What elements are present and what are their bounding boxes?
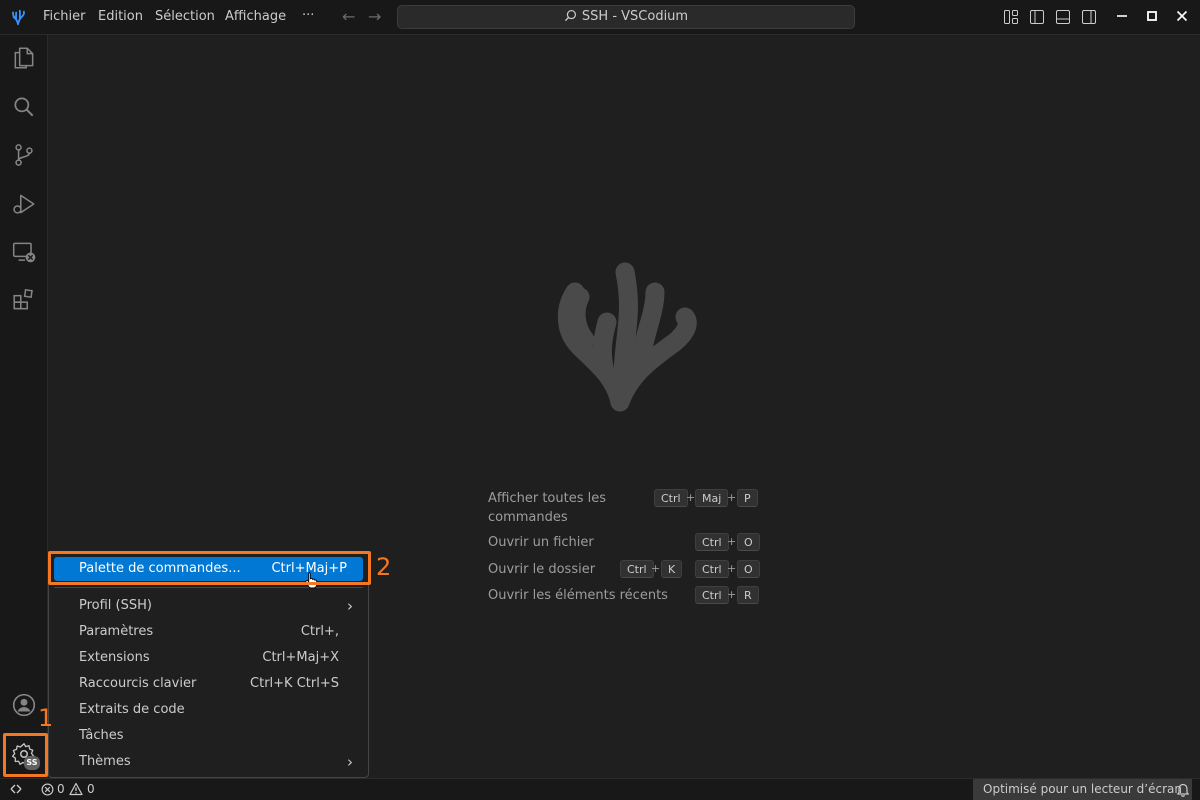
menu-item-themes[interactable]: Thèmes › xyxy=(54,750,363,774)
chevron-right-icon: › xyxy=(347,753,353,771)
back-arrow-icon[interactable]: ← xyxy=(342,7,355,26)
customize-layout-icon[interactable] xyxy=(1003,9,1019,25)
menu-item-snippets[interactable]: Extraits de code xyxy=(54,698,363,722)
keycap: O xyxy=(737,560,760,578)
menu-item-label: Extensions xyxy=(79,650,150,665)
command-center-search[interactable]: SSH - VSCodium xyxy=(397,5,855,29)
maximize-icon[interactable] xyxy=(1142,6,1162,26)
keycap: R xyxy=(737,586,759,604)
plus-sign: + xyxy=(727,562,737,575)
window-title: SSH - VSCodium xyxy=(581,9,689,24)
profile-badge: SS xyxy=(24,756,40,770)
annotation-step-1: 1 xyxy=(38,704,54,732)
menu-fichier[interactable]: Fichier xyxy=(43,9,86,24)
error-icon[interactable] xyxy=(41,783,54,796)
keycap: K xyxy=(661,560,683,578)
menu-item-profile[interactable]: Profil (SSH) › xyxy=(54,594,363,618)
keycap: Ctrl xyxy=(695,560,729,578)
plus-sign: + xyxy=(651,562,661,575)
menu-item-shortcut: Ctrl+K Ctrl+S xyxy=(250,676,339,691)
menu-item-settings[interactable]: Paramètres Ctrl+, xyxy=(54,620,363,644)
menu-item-label: Thèmes xyxy=(79,754,131,769)
menu-item-label: Palette de commandes... xyxy=(79,561,241,576)
warning-icon[interactable] xyxy=(69,782,83,796)
keycap: Ctrl xyxy=(654,489,688,507)
menu-item-label: Raccourcis clavier xyxy=(79,676,197,691)
status-bar: 0 0 Optimisé pour un lecteur d’écran xyxy=(0,778,1200,800)
vscodium-watermark-icon xyxy=(557,262,697,412)
menu-item-tasks[interactable]: Tâches xyxy=(54,724,363,748)
shortcut-label: Afficher toutes les commandes xyxy=(488,491,606,525)
manage-context-menu: Palette de commandes... Ctrl+Maj+P Profi… xyxy=(48,551,369,778)
annotation-step-2: 2 xyxy=(376,553,392,581)
shortcut-label: Ouvrir le dossier xyxy=(488,562,596,577)
hand-cursor-icon xyxy=(305,572,318,589)
accounts-icon[interactable] xyxy=(11,692,37,718)
menu-item-shortcut: Ctrl+Maj+X xyxy=(262,650,339,665)
extensions-icon[interactable] xyxy=(11,287,37,313)
run-debug-icon[interactable] xyxy=(11,191,37,217)
keycap: Ctrl xyxy=(695,533,729,551)
activity-bar: SS xyxy=(0,35,48,778)
keycap: P xyxy=(737,489,758,507)
menu-item-label: Profil (SSH) xyxy=(79,598,152,613)
menu-item-shortcut: Ctrl+, xyxy=(300,624,339,639)
menu-item-keyboard-shortcuts[interactable]: Raccourcis clavier Ctrl+K Ctrl+S xyxy=(54,672,363,696)
plus-sign: + xyxy=(727,535,737,548)
remote-explorer-icon[interactable] xyxy=(11,239,37,265)
search-view-icon[interactable] xyxy=(11,94,37,120)
remote-indicator-icon[interactable] xyxy=(9,782,23,796)
plus-sign: + xyxy=(727,588,737,601)
notifications-bell-icon[interactable] xyxy=(1176,782,1190,797)
toggle-primary-sidebar-icon[interactable] xyxy=(1029,9,1045,25)
source-control-icon[interactable] xyxy=(11,142,37,168)
close-icon[interactable] xyxy=(1172,6,1192,26)
vscodium-logo-icon[interactable] xyxy=(9,8,27,26)
toggle-panel-icon[interactable] xyxy=(1055,9,1071,25)
menu-selection[interactable]: Sélection xyxy=(155,9,215,24)
error-count[interactable]: 0 xyxy=(57,782,65,796)
keycap: O xyxy=(737,533,760,551)
menu-edition[interactable]: Edition xyxy=(98,9,143,24)
keycap: Ctrl xyxy=(695,586,729,604)
forward-arrow-icon[interactable]: → xyxy=(368,7,381,26)
plus-sign: + xyxy=(727,491,737,504)
shortcut-label: Ouvrir un fichier xyxy=(488,535,594,550)
search-icon xyxy=(564,9,576,22)
menu-affichage[interactable]: Affichage xyxy=(225,9,286,24)
menu-item-label: Tâches xyxy=(79,728,124,743)
keycap: Maj xyxy=(695,489,729,507)
minimize-icon[interactable] xyxy=(1112,6,1132,26)
menu-more[interactable]: ··· xyxy=(302,8,314,23)
shortcut-label: Ouvrir les éléments récents xyxy=(488,588,668,603)
keycap: Ctrl xyxy=(620,560,654,578)
chevron-right-icon: › xyxy=(347,597,353,615)
explorer-icon[interactable] xyxy=(11,45,37,71)
plus-sign: + xyxy=(686,491,696,504)
warning-count[interactable]: 0 xyxy=(87,782,95,796)
menu-item-label: Paramètres xyxy=(79,624,154,639)
title-bar: Fichier Edition Sélection Affichage ··· … xyxy=(0,0,1200,35)
menu-item-label: Extraits de code xyxy=(79,702,185,717)
menu-item-extensions[interactable]: Extensions Ctrl+Maj+X xyxy=(54,646,363,670)
toggle-secondary-sidebar-icon[interactable] xyxy=(1081,9,1097,25)
screen-reader-status[interactable]: Optimisé pour un lecteur d’écran xyxy=(973,779,1192,800)
